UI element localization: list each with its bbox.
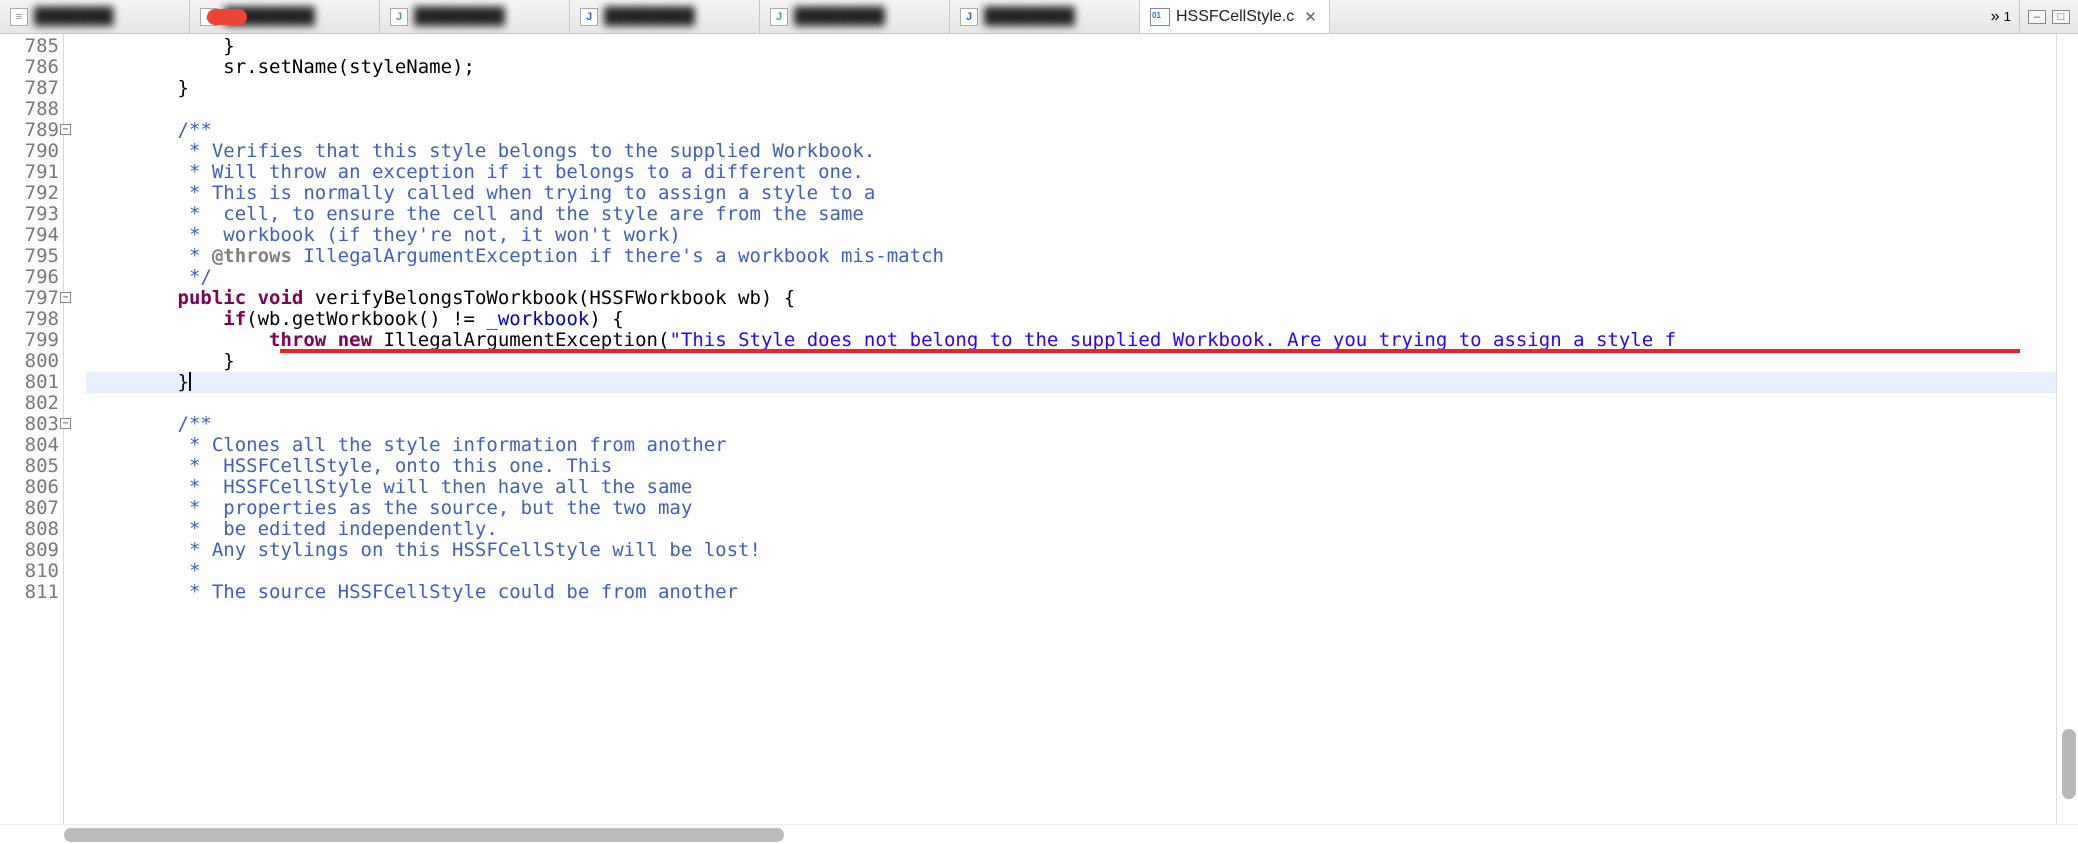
maximize-button[interactable]: □ <box>2052 10 2070 24</box>
overflow-count: 1 <box>2004 9 2011 24</box>
line-number: 795 <box>0 246 59 267</box>
code-line[interactable]: if(wb.getWorkbook() != _workbook) { <box>86 309 2056 330</box>
code-line[interactable]: * cell, to ensure the cell and the style… <box>86 204 2056 225</box>
code-line[interactable]: * The source HSSFCellStyle could be from… <box>86 582 2056 603</box>
code-line[interactable]: } <box>86 36 2056 57</box>
editor-tab-bar: ≡ ███████ J ████████ J ████████ J ████████ J ████… <box>0 0 2078 34</box>
fold-toggle-icon[interactable]: − <box>60 418 71 429</box>
code-line[interactable]: * <box>86 561 2056 582</box>
code-line[interactable]: * be edited independently. <box>86 519 2056 540</box>
java-file-icon: J <box>770 8 788 26</box>
line-number: 801 <box>0 372 59 393</box>
line-number: 800 <box>0 351 59 372</box>
java-file-icon: J <box>580 8 598 26</box>
tab-label: ███████ <box>34 8 113 26</box>
code-line[interactable]: * workbook (if they're not, it won't wor… <box>86 225 2056 246</box>
java-file-icon: J <box>390 8 408 26</box>
code-line[interactable]: */ <box>86 267 2056 288</box>
code-line[interactable]: /** <box>86 120 2056 141</box>
code-line[interactable]: * This is normally called when trying to… <box>86 183 2056 204</box>
line-number: 797− <box>0 288 59 309</box>
code-line[interactable]: } <box>86 78 2056 99</box>
line-number: 810 <box>0 561 59 582</box>
code-line[interactable]: * @throws IllegalArgumentException if th… <box>86 246 2056 267</box>
code-line[interactable]: * HSSFCellStyle, onto this one. This <box>86 456 2056 477</box>
java-file-icon: J <box>960 8 978 26</box>
chevron-right-icon: » <box>1991 8 2000 26</box>
line-number: 805 <box>0 456 59 477</box>
editor-tab-active[interactable]: HSSFCellStyle.c ✕ <box>1140 0 1330 33</box>
line-number: 787 <box>0 78 59 99</box>
line-number: 789− <box>0 120 59 141</box>
code-line[interactable]: sr.setName(styleName); <box>86 57 2056 78</box>
line-number: 796 <box>0 267 59 288</box>
fold-toggle-icon[interactable]: − <box>60 292 71 303</box>
code-line[interactable]: * HSSFCellStyle will then have all the s… <box>86 477 2056 498</box>
editor-tab[interactable]: J ████████ <box>950 0 1140 33</box>
error-underline <box>280 349 2020 353</box>
line-number: 809 <box>0 540 59 561</box>
binary-file-icon <box>1150 8 1170 26</box>
tab-label: ████████ <box>604 8 695 26</box>
line-number: 790 <box>0 141 59 162</box>
tab-label: ████████ <box>984 8 1075 26</box>
line-number: 803− <box>0 414 59 435</box>
editor-tab[interactable]: J ████████ <box>380 0 570 33</box>
editor-tab[interactable]: J ████████ <box>570 0 760 33</box>
line-number: 792 <box>0 183 59 204</box>
line-number: 799 <box>0 330 59 351</box>
file-icon: ≡ <box>10 8 28 26</box>
code-line[interactable]: public void verifyBelongsToWorkbook(HSSF… <box>86 288 2056 309</box>
code-line[interactable]: throw new IllegalArgumentException("This… <box>86 330 2056 351</box>
line-number: 806 <box>0 477 59 498</box>
fold-column <box>64 34 80 824</box>
editor-tab[interactable]: ≡ ███████ <box>0 0 190 33</box>
code-line[interactable]: * Any stylings on this HSSFCellStyle wil… <box>86 540 2056 561</box>
code-line[interactable]: } <box>86 351 2056 372</box>
text-cursor <box>189 372 191 391</box>
tab-label: ████████ <box>414 8 505 26</box>
code-line[interactable] <box>86 393 2056 414</box>
close-icon[interactable]: ✕ <box>1304 8 1317 26</box>
code-line[interactable] <box>86 99 2056 120</box>
code-area[interactable]: } sr.setName(styleName); } /** * Verifie… <box>80 34 2056 824</box>
horizontal-scrollbar[interactable] <box>0 824 2078 844</box>
line-number-gutter: 785786787788789−790791792793794795796797… <box>0 34 64 824</box>
tab-label: HSSFCellStyle.c <box>1176 8 1294 26</box>
code-line[interactable]: } <box>86 372 2056 393</box>
code-line[interactable]: * Will throw an exception if it belongs … <box>86 162 2056 183</box>
line-number: 788 <box>0 99 59 120</box>
line-number: 791 <box>0 162 59 183</box>
code-line[interactable]: * Verifies that this style belongs to th… <box>86 141 2056 162</box>
warning-indicator <box>207 9 247 25</box>
code-line[interactable]: * Clones all the style information from … <box>86 435 2056 456</box>
tab-overflow-button[interactable]: » 1 <box>1983 0 2020 33</box>
minimize-button[interactable]: ‒ <box>2028 10 2046 24</box>
vertical-scroll-thumb[interactable] <box>2062 729 2076 799</box>
line-number: 786 <box>0 57 59 78</box>
code-line[interactable]: /** <box>86 414 2056 435</box>
code-line[interactable]: * properties as the source, but the two … <box>86 498 2056 519</box>
line-number: 808 <box>0 519 59 540</box>
line-number: 811 <box>0 582 59 603</box>
code-editor[interactable]: 785786787788789−790791792793794795796797… <box>0 34 2078 824</box>
line-number: 802 <box>0 393 59 414</box>
tab-label: ████████ <box>794 8 885 26</box>
line-number: 794 <box>0 225 59 246</box>
window-controls: ‒ □ <box>2020 0 2078 33</box>
fold-toggle-icon[interactable]: − <box>60 124 71 135</box>
line-number: 807 <box>0 498 59 519</box>
vertical-scrollbar[interactable] <box>2056 34 2078 824</box>
line-number: 793 <box>0 204 59 225</box>
line-number: 804 <box>0 435 59 456</box>
line-number: 798 <box>0 309 59 330</box>
line-number: 785 <box>0 36 59 57</box>
editor-tab[interactable]: J ████████ <box>760 0 950 33</box>
horizontal-scroll-thumb[interactable] <box>64 828 784 842</box>
